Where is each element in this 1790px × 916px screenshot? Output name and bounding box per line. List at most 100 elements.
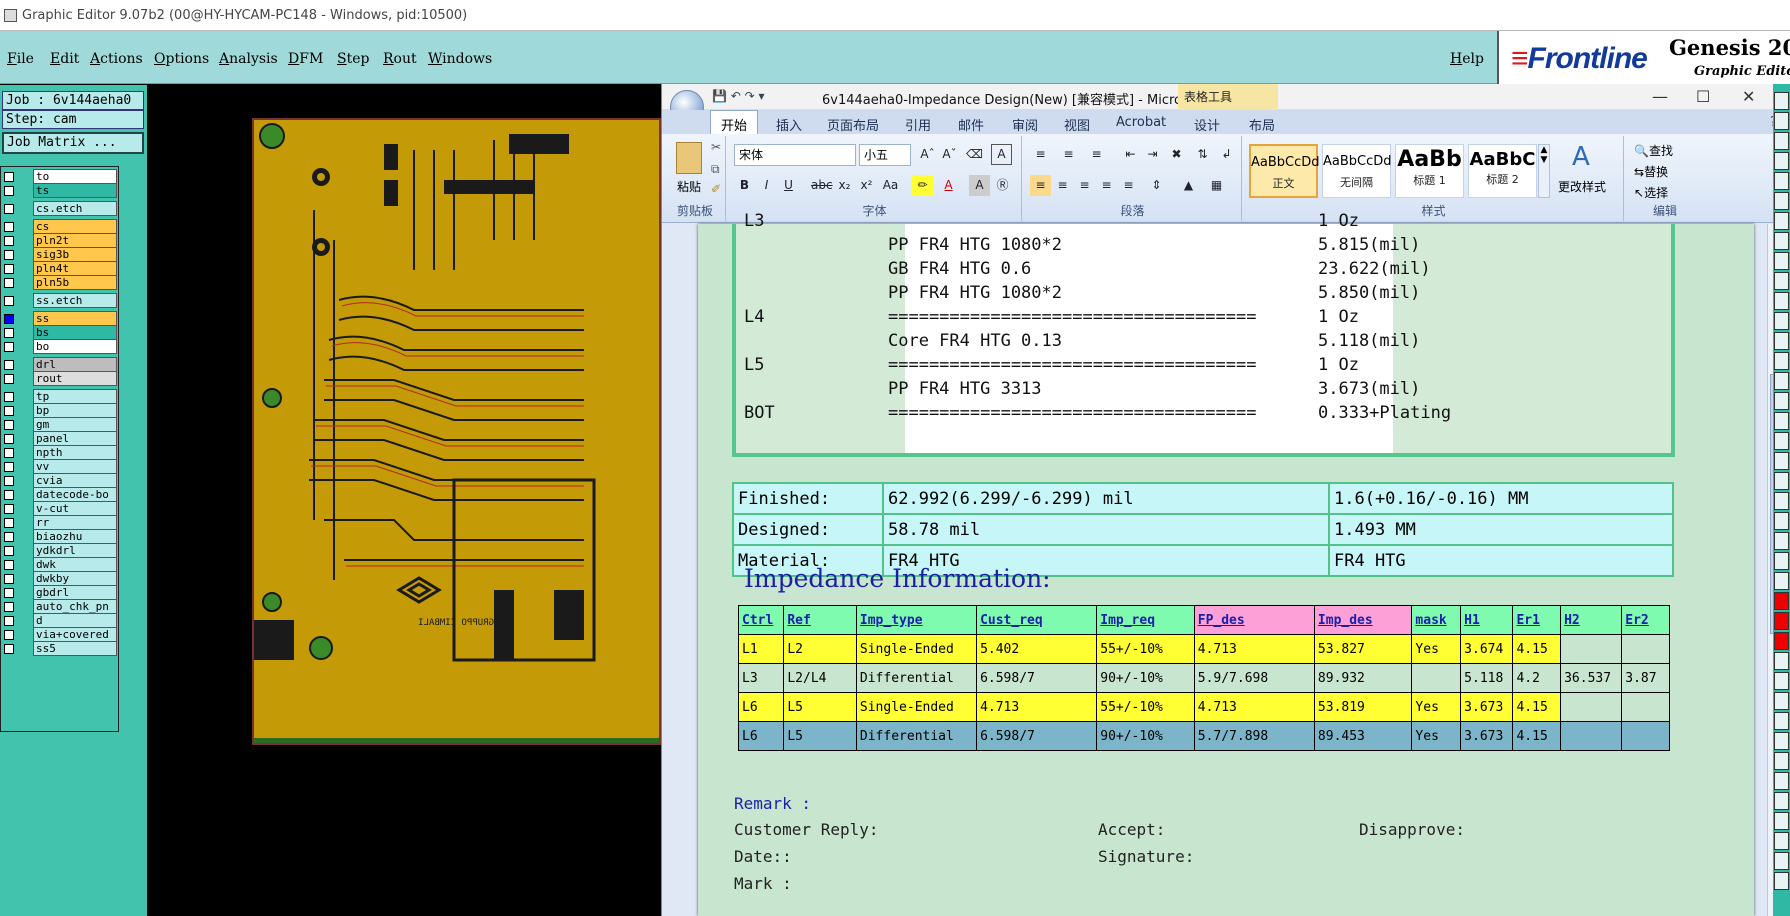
layer-checkbox[interactable] xyxy=(4,574,14,584)
impedance-cell[interactable]: Yes xyxy=(1411,721,1462,751)
layer-name[interactable]: bp xyxy=(33,403,117,418)
toolbar-button[interactable] xyxy=(1774,232,1789,250)
layer-checkbox[interactable] xyxy=(4,560,14,570)
layer-checkbox[interactable] xyxy=(4,342,14,352)
layer-checkbox[interactable] xyxy=(4,462,14,472)
layer-row[interactable]: drl xyxy=(1,357,118,372)
layer-checkbox[interactable] xyxy=(4,172,14,182)
shading-icon[interactable]: ▲ xyxy=(1178,175,1199,196)
clear-format-icon[interactable]: ⌫ xyxy=(964,144,985,165)
layer-name[interactable]: cs xyxy=(33,219,117,234)
underline-icon[interactable]: U xyxy=(778,175,799,196)
toolbar-button[interactable] xyxy=(1774,292,1789,310)
layer-row[interactable]: ydkdrl xyxy=(1,543,118,558)
layer-checkbox[interactable] xyxy=(4,518,14,528)
layer-checkbox[interactable] xyxy=(4,420,14,430)
layer-checkbox[interactable] xyxy=(4,448,14,458)
layer-row[interactable]: cs xyxy=(1,219,118,234)
toolbar-button[interactable] xyxy=(1774,252,1789,270)
layer-checkbox[interactable] xyxy=(4,504,14,514)
layer-checkbox[interactable] xyxy=(4,406,14,416)
asian-layout-icon[interactable]: ✖ xyxy=(1166,144,1187,165)
impedance-cell[interactable] xyxy=(1560,721,1623,751)
impedance-cell[interactable]: 6.598/7 xyxy=(976,721,1098,751)
impedance-cell[interactable]: Differential xyxy=(855,721,978,751)
layer-checkbox[interactable] xyxy=(4,314,14,324)
paste-label[interactable]: 粘贴 xyxy=(677,178,701,195)
layer-checkbox[interactable] xyxy=(4,296,14,306)
layer-name[interactable]: sig3b xyxy=(33,247,117,262)
impedance-cell[interactable]: 53.819 xyxy=(1313,692,1413,722)
impedance-cell[interactable] xyxy=(1621,634,1670,664)
numbering-icon[interactable]: ≡ xyxy=(1058,144,1079,165)
impedance-cell[interactable] xyxy=(1560,634,1623,664)
distributed-icon[interactable]: ≡ xyxy=(1118,175,1139,196)
borders-icon[interactable]: ▦ xyxy=(1206,175,1227,196)
layer-row[interactable]: v-cut xyxy=(1,501,118,516)
highlight-icon[interactable]: ✏ xyxy=(912,175,933,196)
impedance-cell[interactable]: 55+/-10% xyxy=(1096,692,1195,722)
tab-design[interactable]: 设计 xyxy=(1194,115,1220,134)
layer-name[interactable]: pln5b xyxy=(33,275,117,290)
layer-row[interactable]: pln5b xyxy=(1,275,118,290)
layer-checkbox[interactable] xyxy=(4,264,14,274)
layer-row[interactable]: auto_chk_pn xyxy=(1,599,118,614)
layer-name[interactable]: datecode-bo xyxy=(33,487,117,502)
layer-name[interactable]: cvia xyxy=(33,473,117,488)
impedance-cell[interactable]: 89.453 xyxy=(1313,721,1413,751)
layer-name[interactable]: ydkdrl xyxy=(33,543,117,558)
layer-row[interactable]: ss.etch xyxy=(1,293,118,308)
show-marks-icon[interactable]: ↲ xyxy=(1216,144,1237,165)
layer-row[interactable]: dwk xyxy=(1,557,118,572)
maximize-icon[interactable]: ☐ xyxy=(1696,87,1710,106)
toolbar-button[interactable] xyxy=(1774,352,1789,370)
style-normal[interactable]: AaBbCcDd 正文 xyxy=(1249,144,1320,198)
toolbar-button[interactable] xyxy=(1774,372,1789,390)
impedance-row[interactable]: L3 L2/L4 Differential 6.598/7 90+/-10% 5.9/7.… xyxy=(737,663,1670,693)
layer-row[interactable]: pln4t xyxy=(1,261,118,276)
impedance-cell[interactable]: 53.827 xyxy=(1313,634,1413,664)
impedance-cell[interactable]: L6 xyxy=(737,721,785,751)
layer-checkbox[interactable] xyxy=(4,328,14,338)
align-right-icon[interactable]: ≡ xyxy=(1074,175,1095,196)
tab-acrobat[interactable]: Acrobat xyxy=(1116,115,1166,130)
document-page[interactable]: L3 1 Oz PP FR4 HTG 1080*2 5.815(mil) GB FR4 … xyxy=(698,211,1754,916)
menu-help[interactable]: Help xyxy=(1450,51,1484,67)
impedance-cell[interactable]: 3.87 xyxy=(1621,663,1670,693)
layer-row[interactable]: to xyxy=(1,169,118,184)
layer-name[interactable]: bo xyxy=(33,339,117,354)
change-case-icon[interactable]: Aa xyxy=(880,175,901,196)
impedance-cell[interactable]: L5 xyxy=(783,692,857,722)
impedance-cell[interactable]: 4.713 xyxy=(1193,692,1315,722)
layer-name[interactable]: ts xyxy=(33,183,117,198)
font-size-box[interactable]: 小五 xyxy=(859,144,911,166)
multilevel-list-icon[interactable]: ≡ xyxy=(1086,144,1107,165)
layer-name[interactable]: dwk xyxy=(33,557,117,572)
bold-icon[interactable]: B xyxy=(734,175,755,196)
layer-checkbox[interactable] xyxy=(4,490,14,500)
impedance-row[interactable]: L1 L2 Single-Ended 5.402 55+/-10% 4.713 53.827… xyxy=(737,634,1670,664)
layer-row[interactable]: panel xyxy=(1,431,118,446)
toolbar-button[interactable] xyxy=(1774,872,1789,890)
layer-checkbox[interactable] xyxy=(4,360,14,370)
impedance-cell[interactable]: 89.932 xyxy=(1313,663,1413,693)
layer-checkbox[interactable] xyxy=(4,250,14,260)
toolbar-button[interactable] xyxy=(1774,792,1789,810)
toolbar-button[interactable] xyxy=(1774,692,1789,710)
grow-font-icon[interactable]: Aˆ xyxy=(917,144,938,165)
layer-checkbox[interactable] xyxy=(4,186,14,196)
impedance-cell[interactable]: L3 xyxy=(737,663,785,693)
layer-name[interactable]: via+covered xyxy=(33,627,117,642)
layer-name[interactable]: v-cut xyxy=(33,501,117,516)
style-no-spacing[interactable]: AaBbCcDd 无间隔 xyxy=(1322,144,1392,198)
change-styles-icon[interactable]: A xyxy=(1572,142,1590,172)
layer-name[interactable]: npth xyxy=(33,445,117,460)
layer-name[interactable]: cs.etch xyxy=(33,201,117,216)
impedance-cell[interactable]: 4.713 xyxy=(976,692,1098,722)
layer-name[interactable]: bs xyxy=(33,325,117,340)
layer-row[interactable]: npth xyxy=(1,445,118,460)
shrink-font-icon[interactable]: Aˇ xyxy=(939,144,960,165)
sort-icon[interactable]: ⇅ xyxy=(1192,144,1213,165)
toolbar-button[interactable] xyxy=(1774,112,1789,130)
toolbar-button[interactable] xyxy=(1774,172,1789,190)
